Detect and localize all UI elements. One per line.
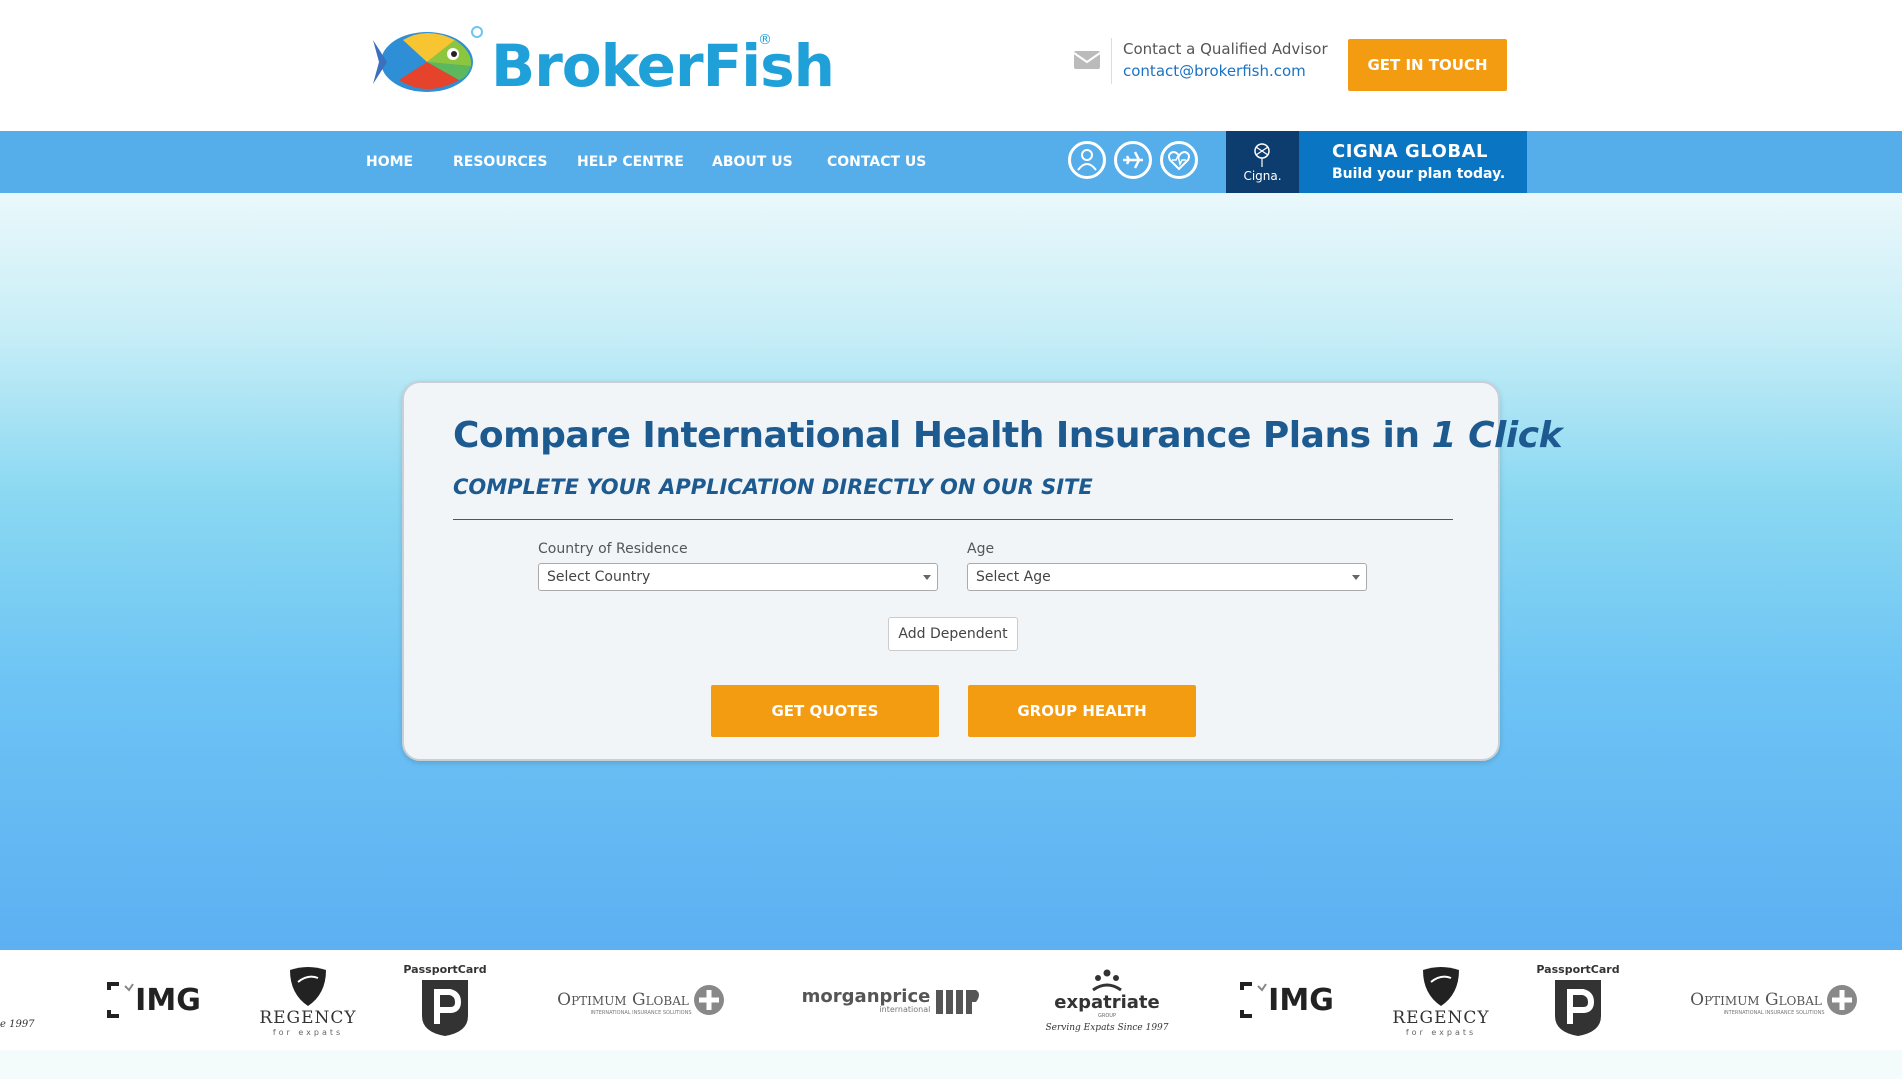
nav-help-centre[interactable]: HELP CENTRE <box>577 131 684 193</box>
card-divider <box>453 519 1453 520</box>
partner-logo-passportcard-repeat: PassportCard <box>1536 958 1620 1042</box>
partner-logo-img: IMG <box>98 958 208 1042</box>
partner-logos-strip: e 1997 IMG REGENCY for expats PassportCa… <box>0 950 1902 1051</box>
country-select[interactable]: Select Country <box>538 563 938 591</box>
quote-form-card: Compare International Health Insurance P… <box>402 381 1563 761</box>
optimum-name: Optimum Global <box>557 990 689 1010</box>
contact-email-link[interactable]: contact@brokerfish.com <box>1123 62 1306 80</box>
partner-logo-expatriate: expatriate GROUP Serving Expats Since 19… <box>1043 958 1171 1042</box>
partner-logo-optimum-global: Optimum Global INTERNATIONAL INSURANCE S… <box>552 958 730 1042</box>
optimum-tag: INTERNATIONAL INSURANCE SOLUTIONS <box>590 1010 692 1016</box>
partner-logo-passportcard: PassportCard <box>403 958 487 1042</box>
country-label: Country of Residence <box>538 541 688 557</box>
partner-logo-morganprice: morganprice international <box>801 958 980 1042</box>
contact-label: Contact a Qualified Advisor <box>1123 40 1328 58</box>
age-label: Age <box>967 541 995 557</box>
expatriate-group: GROUP <box>1098 1012 1116 1019</box>
health-heart-icon[interactable] <box>1160 141 1198 179</box>
img-name: IMG <box>1268 982 1334 1018</box>
passportcard-name: PassportCard <box>403 962 487 976</box>
age-select[interactable]: Select Age <box>967 563 1367 591</box>
expat-person-icon[interactable] <box>1068 141 1106 179</box>
cigna-logo-text: Cigna. <box>1243 169 1282 183</box>
morgan-bars-icon <box>936 990 980 1014</box>
nav-home[interactable]: HOME <box>366 131 413 193</box>
optimum-name: Optimum Global <box>1690 990 1822 1010</box>
add-dependent-button[interactable]: Add Dependent <box>888 617 1018 651</box>
partial-tag: e 1997 <box>0 1018 35 1030</box>
chevron-down-icon <box>923 575 931 580</box>
card-title-main: Compare International Health Insurance P… <box>453 415 1432 456</box>
cigna-global-banner[interactable]: Cigna. CIGNA GLOBAL Build your plan toda… <box>1226 131 1527 193</box>
img-bracket-icon <box>1240 982 1268 1018</box>
site-header: BrokerFish ® Contact a Qualified Advisor… <box>0 0 1902 131</box>
chevron-down-icon <box>1352 575 1360 580</box>
travel-plane-icon[interactable] <box>1114 141 1152 179</box>
envelope-icon <box>1073 51 1101 69</box>
cigna-subtitle: Build your plan today. <box>1332 166 1506 182</box>
nav-resources[interactable]: RESOURCES <box>453 131 547 193</box>
contact-divider <box>1111 38 1112 84</box>
main-nav: HOME RESOURCES HELP CENTRE ABOUT US CONT… <box>0 131 1902 193</box>
morgan-name: morganprice <box>801 986 931 1007</box>
group-health-button[interactable]: GROUP HEALTH <box>968 685 1196 737</box>
regency-name: REGENCY <box>259 1007 357 1028</box>
optimum-tag: INTERNATIONAL INSURANCE SOLUTIONS <box>1723 1010 1825 1016</box>
passportcard-p-icon <box>1555 979 1601 1036</box>
partner-logo-optimum-global-repeat: Optimum Global INTERNATIONAL INSURANCE S… <box>1685 958 1863 1042</box>
regency-shield-icon <box>1423 966 1459 1006</box>
card-title: Compare International Health Insurance P… <box>453 415 1563 456</box>
registered-mark: ® <box>758 32 772 48</box>
fish-logo-icon <box>373 26 483 92</box>
country-select-value: Select Country <box>547 569 651 585</box>
card-title-emphasis: 1 Click <box>1431 415 1563 456</box>
age-select-value: Select Age <box>976 569 1051 585</box>
partner-logo-partial: e 1997 <box>0 958 40 1042</box>
nav-about-us[interactable]: ABOUT US <box>712 131 793 193</box>
page-bottom <box>0 1050 1902 1079</box>
partner-logo-regency: REGENCY for expats <box>259 958 357 1042</box>
passportcard-p-icon <box>422 979 468 1036</box>
passportcard-name: PassportCard <box>1536 962 1620 976</box>
cigna-logo: Cigna. <box>1226 131 1299 193</box>
regency-name: REGENCY <box>1392 1007 1490 1028</box>
expatriate-name: expatriate <box>1054 991 1160 1013</box>
optimum-plus-icon <box>693 985 724 1015</box>
morgan-tag: international <box>879 1005 931 1014</box>
get-quotes-button[interactable]: GET QUOTES <box>711 685 939 737</box>
card-subtitle: COMPLETE YOUR APPLICATION DIRECTLY ON OU… <box>453 475 1093 499</box>
regency-tag: for expats <box>272 1027 344 1037</box>
regency-tag: for expats <box>1405 1027 1477 1037</box>
regency-shield-icon <box>290 966 326 1006</box>
brand-name: BrokerFish <box>491 32 835 100</box>
expatriate-people-icon <box>1092 969 1122 991</box>
brokerfish-logo[interactable]: BrokerFish ® <box>373 22 835 100</box>
partner-logo-regency-repeat: REGENCY for expats <box>1392 958 1490 1042</box>
cigna-title: CIGNA GLOBAL <box>1332 141 1488 162</box>
partner-logo-img-repeat: IMG <box>1231 958 1341 1042</box>
optimum-plus-icon <box>1826 985 1857 1015</box>
get-in-touch-button[interactable]: GET IN TOUCH <box>1348 39 1507 91</box>
img-name: IMG <box>135 982 201 1018</box>
img-bracket-icon <box>107 982 135 1018</box>
nav-contact-us[interactable]: CONTACT US <box>827 131 926 193</box>
expatriate-tag: Serving Expats Since 1997 <box>1045 1022 1169 1033</box>
